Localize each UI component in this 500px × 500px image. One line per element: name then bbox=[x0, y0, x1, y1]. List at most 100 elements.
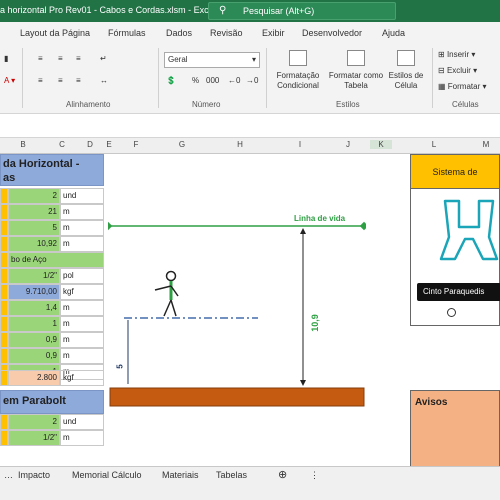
table-cell-value[interactable]: 21 bbox=[8, 204, 60, 220]
search-box[interactable]: ⚲ Pesquisar (Alt+G) bbox=[208, 2, 396, 20]
menu-revisao[interactable]: Revisão bbox=[210, 28, 243, 38]
tab-impacto[interactable]: Impacto bbox=[18, 470, 50, 480]
font-color-icon[interactable]: A ▾ bbox=[4, 76, 15, 85]
delete-label: Excluir bbox=[446, 66, 471, 75]
conditional-format-button[interactable]: Formatação Condicional bbox=[272, 50, 324, 91]
tab-tabelas[interactable]: Tabelas bbox=[216, 470, 247, 480]
table-cell-value[interactable]: 5 bbox=[8, 220, 60, 236]
input-marker bbox=[0, 236, 8, 252]
parabolt-qty[interactable]: 2 bbox=[8, 414, 60, 430]
number-format-value: Geral bbox=[168, 55, 188, 64]
insert-icon: ⊞ bbox=[438, 50, 445, 59]
floor-beam bbox=[109, 387, 365, 407]
format-button[interactable]: ▦ Formatar ▾ bbox=[438, 82, 487, 91]
merge-cells-icon[interactable]: ↔ bbox=[100, 76, 108, 85]
number-format-select[interactable]: Geral ▾ bbox=[164, 52, 260, 68]
menu-exibir[interactable]: Exibir bbox=[262, 28, 285, 38]
table-cell-value[interactable]: 2 bbox=[8, 188, 60, 204]
fall-diagram bbox=[103, 221, 369, 407]
align-middle-icon[interactable]: ≡ bbox=[58, 54, 63, 63]
tab-memorial[interactable]: Memorial Cálculo bbox=[72, 470, 142, 480]
cell-styles-button[interactable]: Estilos de Célula bbox=[386, 50, 426, 91]
format-table-label: Formatar como Tabela bbox=[328, 71, 384, 90]
input-marker bbox=[0, 188, 8, 204]
table-cell-unit: m bbox=[60, 220, 104, 236]
align-bottom-icon[interactable]: ≡ bbox=[76, 54, 81, 63]
conditional-format-icon bbox=[289, 50, 307, 66]
lifeline-anchor bbox=[359, 221, 369, 231]
table-cell-unit: kgf bbox=[60, 284, 104, 300]
decrease-decimal-icon[interactable]: →0 bbox=[246, 76, 258, 85]
format-label: Formatar bbox=[447, 82, 481, 91]
wrap-text-icon[interactable]: ↵ bbox=[100, 54, 107, 63]
table-cell-value[interactable]: 1 bbox=[8, 316, 60, 332]
table-cell-value[interactable]: 1,4 bbox=[8, 300, 60, 316]
section-title: da Horizontal - as bbox=[0, 154, 104, 186]
col-header-i[interactable]: I bbox=[290, 140, 310, 149]
table-cell-value[interactable]: 10,92 bbox=[8, 236, 60, 252]
harness-button[interactable]: Cinto Paraquedis bbox=[417, 283, 500, 301]
bold-icon[interactable]: ▮ bbox=[4, 54, 8, 63]
menu-formulas[interactable]: Fórmulas bbox=[108, 28, 146, 38]
col-header-c[interactable]: C bbox=[52, 140, 72, 149]
align-left-icon[interactable]: ≡ bbox=[38, 76, 43, 85]
format-table-button[interactable]: Formatar como Tabela bbox=[326, 50, 386, 91]
col-header-m[interactable]: M bbox=[476, 140, 496, 149]
input-marker bbox=[0, 252, 8, 268]
table-cell-value[interactable]: 9.710,00 bbox=[8, 284, 60, 300]
parabolt-qty-unit: und bbox=[60, 414, 104, 430]
col-header-g[interactable]: G bbox=[172, 140, 192, 149]
menu-dados[interactable]: Dados bbox=[166, 28, 192, 38]
system-title: Sistema de bbox=[411, 155, 499, 189]
table-cell-value[interactable]: bo de Aço bbox=[8, 252, 104, 268]
warnings-panel: Avisos bbox=[410, 390, 500, 466]
col-header-e[interactable]: E bbox=[104, 140, 114, 149]
radio-option[interactable] bbox=[447, 308, 456, 317]
align-center-icon[interactable]: ≡ bbox=[58, 76, 63, 85]
col-header-k[interactable]: K bbox=[370, 140, 392, 149]
ribbon: ▮ A ▾ ≡ ≡ ≡ ↵ ≡ ≡ ≡ ↔ Alinhamento Geral … bbox=[0, 44, 500, 114]
table-cell-value[interactable]: 0,9 bbox=[8, 332, 60, 348]
table-cell-unit: m bbox=[60, 348, 104, 364]
col-header-d[interactable]: D bbox=[80, 140, 100, 149]
table-cell-unit: m bbox=[60, 316, 104, 332]
window-title: a horizontal Pro Rev01 - Cabos e Cordas.… bbox=[0, 5, 216, 15]
worker-leg bbox=[163, 299, 172, 317]
insert-label: Inserir bbox=[446, 50, 470, 59]
delete-button[interactable]: ⊟ Excluir ▾ bbox=[438, 66, 477, 75]
menu-desenvolvedor[interactable]: Desenvolvedor bbox=[302, 28, 362, 38]
tab-materiais[interactable]: Materiais bbox=[162, 470, 199, 480]
parabolt-diam-unit: m bbox=[60, 430, 104, 446]
add-sheet-icon[interactable]: ⊕ bbox=[278, 468, 287, 481]
group-celulas: Células bbox=[452, 100, 479, 109]
col-header-b[interactable]: B bbox=[8, 140, 38, 149]
parabolt-title: em Parabolt bbox=[0, 390, 104, 414]
warnings-title: Avisos bbox=[415, 397, 448, 408]
tab-more-icon[interactable]: ⋮ bbox=[310, 470, 319, 481]
align-top-icon[interactable]: ≡ bbox=[38, 54, 43, 63]
tab-scroll-icon[interactable]: … bbox=[4, 470, 13, 480]
currency-icon[interactable]: 💲 bbox=[166, 76, 176, 85]
worker-head bbox=[165, 270, 177, 282]
col-header-j[interactable]: J bbox=[338, 140, 358, 149]
increase-decimal-icon[interactable]: ←0 bbox=[228, 76, 240, 85]
sheet-grid[interactable]: da Horizontal - as 2 und 21 m 5 m 10,92 m bo de … bbox=[0, 154, 500, 466]
menu-ajuda[interactable]: Ajuda bbox=[382, 28, 405, 38]
table-cell-value[interactable]: 1/2" bbox=[8, 268, 60, 284]
fall-label: 5 bbox=[115, 364, 125, 369]
col-header-h[interactable]: H bbox=[230, 140, 250, 149]
formula-bar[interactable] bbox=[0, 114, 500, 138]
arrow-up bbox=[300, 228, 306, 234]
chevron-down-icon: ▾ bbox=[251, 55, 256, 64]
menu-layout[interactable]: Layout da Página bbox=[20, 28, 90, 38]
align-right-icon[interactable]: ≡ bbox=[76, 76, 81, 85]
percent-icon[interactable]: % bbox=[192, 76, 199, 85]
table-cell-value[interactable]: 0,9 bbox=[8, 348, 60, 364]
col-header-f[interactable]: F bbox=[126, 140, 146, 149]
insert-button[interactable]: ⊞ Inserir ▾ bbox=[438, 50, 475, 59]
table-cell-unit: und bbox=[60, 188, 104, 204]
parabolt-diam[interactable]: 1/2" bbox=[8, 430, 60, 446]
comma-icon[interactable]: 000 bbox=[206, 76, 219, 85]
force-value[interactable]: 2.800 bbox=[8, 370, 60, 386]
col-header-l[interactable]: L bbox=[424, 140, 444, 149]
